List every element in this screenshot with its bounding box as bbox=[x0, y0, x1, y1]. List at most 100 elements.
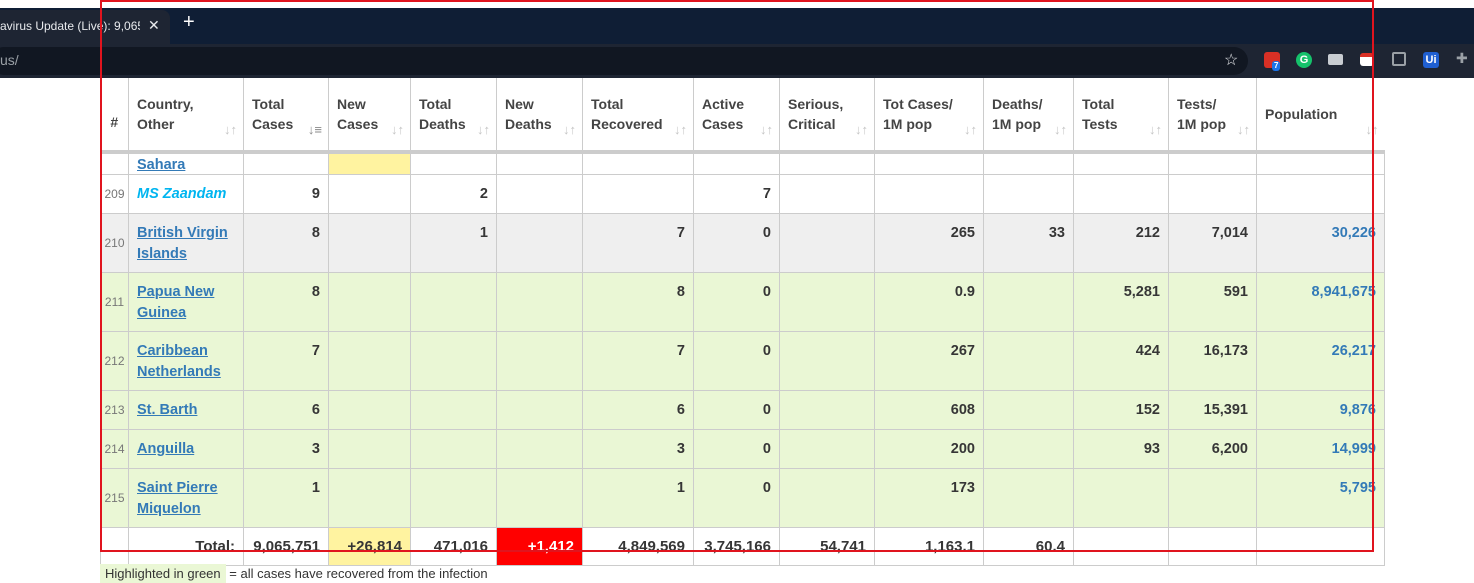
cases-per-m-cell bbox=[874, 173, 984, 214]
puzzle-icon[interactable]: ✚ bbox=[1456, 50, 1472, 66]
sort-icon[interactable]: ↓↑ bbox=[1366, 120, 1379, 140]
header-label: Serious, bbox=[788, 96, 844, 112]
printer-icon[interactable] bbox=[1360, 53, 1374, 66]
column-header[interactable]: Tot Cases/1M pop ↓↑ bbox=[874, 78, 984, 154]
new-deaths-cell bbox=[496, 330, 583, 391]
population-cell: 5,795 bbox=[1256, 467, 1385, 528]
header-label: Deaths bbox=[419, 116, 466, 132]
rank-cell: 210 bbox=[100, 212, 129, 273]
total-cases-cell: 3 bbox=[243, 428, 329, 469]
cell-value bbox=[788, 469, 866, 478]
serious-cell bbox=[779, 271, 875, 332]
sort-icon[interactable]: ↓↑ bbox=[391, 120, 404, 140]
country-link[interactable]: Sahara bbox=[137, 157, 185, 173]
grammarly-icon[interactable]: G bbox=[1296, 52, 1312, 68]
population-cell: 14,999 bbox=[1256, 428, 1385, 469]
cell-value bbox=[992, 175, 1065, 184]
header-label: Tot Cases/ bbox=[883, 96, 953, 112]
country-link[interactable]: Saint Pierre Miquelon bbox=[137, 480, 218, 517]
sort-icon[interactable]: ↓↑ bbox=[1054, 120, 1067, 140]
country-link[interactable]: St. Barth bbox=[137, 402, 197, 418]
country-link[interactable]: Caribbean Netherlands bbox=[137, 343, 221, 380]
cell-value: 7 bbox=[311, 342, 320, 359]
address-bar[interactable] bbox=[0, 47, 1248, 75]
column-header[interactable]: New Deaths ↓↑ bbox=[496, 78, 583, 154]
cell-value bbox=[419, 332, 488, 341]
serious-cell bbox=[779, 173, 875, 214]
active-cases-cell: 0 bbox=[693, 330, 780, 391]
table-cell bbox=[496, 151, 583, 175]
total-tests-cell: 93 bbox=[1073, 428, 1169, 469]
cell-value bbox=[1082, 469, 1160, 478]
column-header[interactable]: Total Deaths ↓↑ bbox=[410, 78, 497, 154]
cases-per-m-cell: 0.9 bbox=[874, 271, 984, 332]
new-deaths-cell bbox=[496, 271, 583, 332]
header-label: Tests/ bbox=[1177, 96, 1217, 112]
sort-icon[interactable]: ↓≡ bbox=[308, 120, 322, 140]
sort-icon[interactable]: ↓↑ bbox=[964, 120, 977, 140]
column-header[interactable]: Total Cases ↓≡ bbox=[243, 78, 329, 154]
cell-value: 173 bbox=[950, 479, 975, 496]
legend-text: = all cases have recovered from the infe… bbox=[229, 566, 488, 581]
bookmark-star-icon[interactable]: ☆ bbox=[1224, 50, 1238, 70]
sort-icon[interactable]: ↓↑ bbox=[1237, 120, 1250, 140]
extension-icon[interactable]: 7 bbox=[1264, 52, 1281, 71]
new-cases-cell bbox=[328, 389, 411, 430]
column-header[interactable]: Active Cases ↓↑ bbox=[693, 78, 780, 154]
cell-value: 2 bbox=[479, 185, 488, 202]
table-cell bbox=[1073, 526, 1169, 566]
sort-icon[interactable]: ↓↑ bbox=[477, 120, 490, 140]
sort-icon[interactable]: ↓↑ bbox=[855, 120, 868, 140]
sort-icon[interactable]: ↓↑ bbox=[1149, 120, 1162, 140]
sort-icon[interactable]: ↓↑ bbox=[224, 120, 237, 140]
country-link[interactable]: Papua New Guinea bbox=[137, 284, 214, 321]
table-cell bbox=[874, 151, 984, 175]
close-tab-icon[interactable]: ✕ bbox=[148, 17, 160, 34]
cell-value bbox=[505, 214, 574, 223]
total-tests-cell bbox=[1073, 467, 1169, 528]
new-deaths-cell bbox=[496, 173, 583, 214]
country-cell-content: Saint Pierre Miquelon bbox=[137, 469, 235, 520]
country-cell: Saint Pierre Miquelon bbox=[128, 467, 244, 528]
total-recovered-cell: 7 bbox=[582, 330, 694, 391]
extension-box-icon[interactable] bbox=[1392, 52, 1406, 66]
column-header[interactable]: Deaths/1M pop ↓↑ bbox=[983, 78, 1074, 154]
cases-per-m-cell: 265 bbox=[874, 212, 984, 273]
cell-value bbox=[788, 175, 866, 184]
header-label: 1M pop bbox=[992, 116, 1041, 132]
table-cell bbox=[243, 151, 329, 175]
total-cases-per-m-cell: 1,163.1 bbox=[874, 526, 984, 566]
column-header[interactable]: Serious, Critical ↓↑ bbox=[779, 78, 875, 154]
column-header[interactable]: New Cases ↓↑ bbox=[328, 78, 411, 154]
cell-value bbox=[992, 391, 1065, 400]
total-deaths-cell bbox=[410, 428, 497, 469]
serious-cell bbox=[779, 389, 875, 430]
cell-value: 7 bbox=[676, 342, 685, 359]
country-link[interactable]: British Virgin Islands bbox=[137, 225, 228, 262]
column-header[interactable]: Country, Other ↓↑ bbox=[128, 78, 244, 154]
tests-per-m-cell: 591 bbox=[1168, 271, 1257, 332]
column-header[interactable]: Tests/1M pop ↓↑ bbox=[1168, 78, 1257, 154]
rank-cell: 212 bbox=[100, 330, 129, 391]
cell-value bbox=[337, 469, 402, 478]
column-header[interactable]: Total Tests ↓↑ bbox=[1073, 78, 1169, 154]
uipath-icon[interactable]: Ui bbox=[1423, 52, 1439, 68]
sort-icon[interactable]: ↓↑ bbox=[563, 120, 576, 140]
camera-icon[interactable] bbox=[1328, 54, 1343, 65]
cell-value: 8,941,675 bbox=[1311, 283, 1376, 300]
cell-value: 0 bbox=[762, 342, 771, 359]
rank-cell: 215 bbox=[100, 467, 129, 528]
column-header[interactable]: Population ↓↑ bbox=[1256, 78, 1385, 154]
sort-icon[interactable]: ↓↑ bbox=[674, 120, 687, 140]
cell-value: 3 bbox=[311, 440, 320, 457]
new-tab-button[interactable]: + bbox=[183, 12, 195, 32]
tests-per-m-cell: 6,200 bbox=[1168, 428, 1257, 469]
country-link[interactable]: Anguilla bbox=[137, 441, 194, 457]
browser-tab[interactable]: avirus Update (Live): 9,065, ✕ bbox=[0, 10, 170, 44]
sort-icon[interactable]: ↓↑ bbox=[760, 120, 773, 140]
cell-value bbox=[788, 273, 866, 282]
url-text[interactable]: us/ bbox=[0, 52, 19, 68]
total-total-deaths-cell: 471,016 bbox=[410, 526, 497, 566]
column-header[interactable]: Total Recovered ↓↑ bbox=[582, 78, 694, 154]
table-header-row: # Country, Other ↓↑ Total Cases ↓≡ New Cases ↓↑ To… bbox=[100, 78, 1385, 154]
